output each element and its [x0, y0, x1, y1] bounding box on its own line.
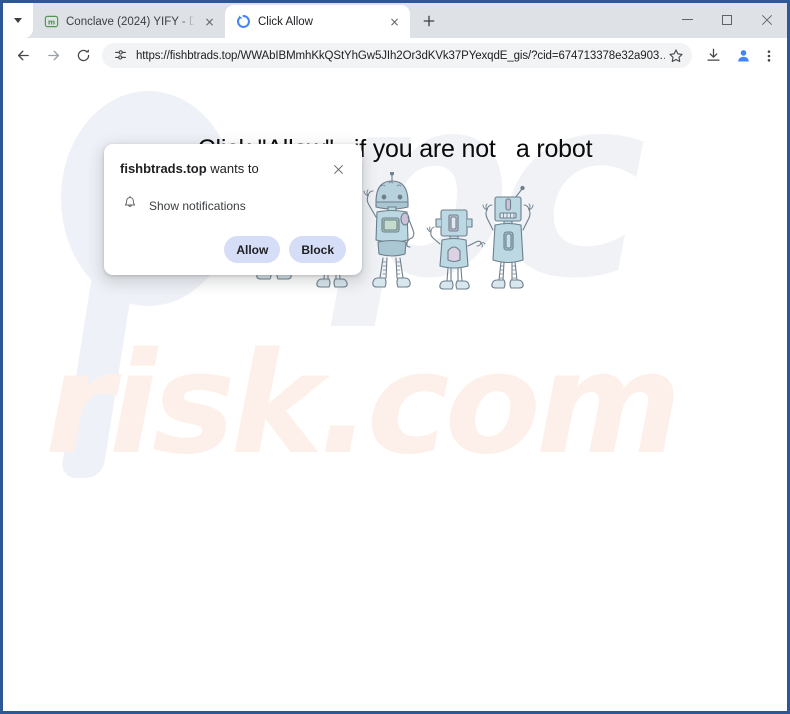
dialog-title: fishbtrads.top wants to [120, 160, 330, 177]
tab-title: Click Allow [258, 15, 313, 28]
chevron-down-icon [14, 18, 22, 23]
yts-logo-icon: m [44, 14, 59, 29]
robot-5 [482, 185, 534, 289]
close-icon[interactable] [330, 161, 346, 177]
tab-close-button[interactable]: × [387, 14, 402, 29]
tab-conclave[interactable]: m Conclave (2024) YIFY - Downlo × [33, 5, 225, 38]
reload-button[interactable] [69, 42, 97, 70]
avatar-icon [737, 50, 749, 62]
forward-button[interactable] [39, 42, 67, 70]
dialog-origin: fishbtrads.top [120, 161, 207, 176]
tab-close-button[interactable]: × [202, 14, 217, 29]
reload-icon [77, 49, 89, 62]
back-button[interactable] [9, 42, 37, 70]
browser-window: m Conclave (2024) YIFY - Downlo × Click … [0, 0, 790, 714]
notification-permission-dialog: fishbtrads.top wants to Show notificatio… [104, 144, 362, 275]
omnibox[interactable]: https://fishbtrads.top/WWAbIBMmhKkQStYhG… [102, 43, 692, 68]
permission-label: Show notifications [149, 198, 246, 213]
tab-click-allow[interactable]: Click Allow × [225, 5, 410, 38]
maximize-button[interactable] [707, 3, 747, 36]
dialog-title-suffix: wants to [206, 161, 259, 176]
close-icon [761, 14, 773, 25]
permission-row: Show notifications [120, 195, 346, 216]
new-tab-button[interactable] [415, 7, 443, 35]
window-controls [667, 3, 787, 38]
downloads-button[interactable] [699, 42, 727, 70]
tab-search-button[interactable] [3, 3, 33, 38]
page-loading-icon [236, 14, 251, 29]
watermark-magnifier-handle [59, 263, 137, 478]
site-info-icon[interactable] [111, 47, 129, 65]
browser-toolbar: https://fishbtrads.top/WWAbIBMmhKkQStYhG… [3, 38, 787, 73]
maximize-icon [722, 14, 732, 25]
dialog-header: fishbtrads.top wants to [120, 160, 346, 177]
page-viewport: pc risk.com Click "Allow" if you are not… [3, 73, 787, 711]
address-bar-text[interactable]: https://fishbtrads.top/WWAbIBMmhKkQStYhG… [136, 50, 665, 62]
download-icon [706, 48, 720, 61]
bell-icon [122, 195, 138, 216]
minimize-icon [681, 18, 693, 21]
close-window-button[interactable] [747, 3, 787, 36]
robot-3 [363, 172, 415, 288]
tab-strip: m Conclave (2024) YIFY - Downlo × Click … [3, 3, 787, 38]
svg-text:m: m [48, 17, 55, 26]
dialog-actions: Allow Block [120, 236, 346, 263]
tab-title: Conclave (2024) YIFY - Downlo [66, 15, 195, 28]
bookmark-star-icon[interactable] [665, 45, 687, 67]
kebab-menu-icon [767, 49, 771, 62]
watermark-text-secondary: risk.com [45, 323, 682, 486]
allow-button[interactable]: Allow [224, 236, 281, 263]
profile-button[interactable] [729, 42, 757, 70]
arrow-right-icon [47, 50, 59, 61]
plus-icon [423, 15, 435, 27]
block-button[interactable]: Block [289, 236, 346, 263]
minimize-button[interactable] [667, 3, 707, 36]
chrome-menu-button[interactable] [759, 42, 779, 70]
arrow-left-icon [17, 50, 29, 61]
robot-4 [426, 209, 486, 290]
